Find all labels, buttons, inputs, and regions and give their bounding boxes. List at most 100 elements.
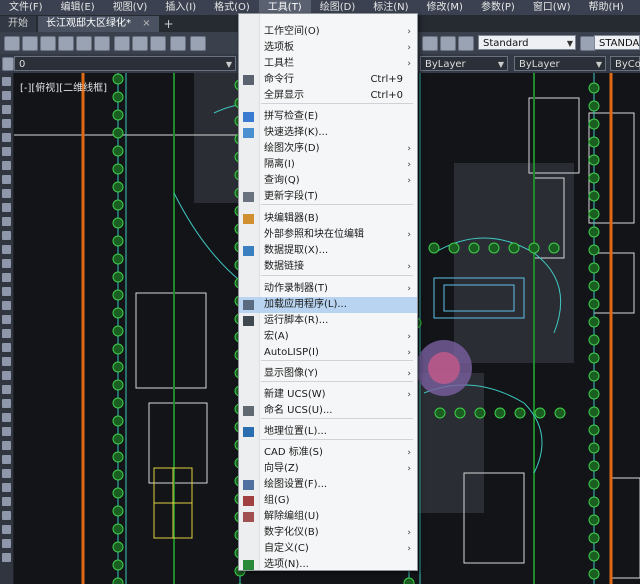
plot-preview-icon[interactable] xyxy=(76,36,92,51)
menu-item-1[interactable]: 选项板 › xyxy=(239,40,417,56)
ellipse-arc-icon[interactable] xyxy=(2,203,11,212)
rectangle-icon[interactable] xyxy=(2,133,11,142)
line-icon[interactable] xyxy=(2,77,11,86)
save-icon[interactable] xyxy=(40,36,56,51)
menu-item-14[interactable]: 数据链接 › xyxy=(239,259,417,275)
mirror-icon[interactable] xyxy=(2,371,11,380)
menu-item-30[interactable]: 自定义(C) › xyxy=(239,541,417,557)
menu-item-5[interactable]: 拼写检查(E) xyxy=(239,109,417,125)
circle-icon[interactable] xyxy=(2,119,11,128)
menu-item-23[interactable]: 地理位置(L)... xyxy=(239,424,417,440)
menu-item-16[interactable]: 加载应用程序(L)... xyxy=(239,297,417,313)
menu-item-21[interactable]: 新建 UCS(W) › xyxy=(239,387,417,403)
menu-item-31[interactable]: 选项(N)... xyxy=(239,557,417,573)
menu-item-25[interactable]: 向导(Z) › xyxy=(239,461,417,477)
spline-icon[interactable] xyxy=(2,175,11,184)
join-icon[interactable] xyxy=(2,511,11,520)
menu-item-18[interactable]: 宏(A) › xyxy=(239,329,417,345)
make-block-icon[interactable] xyxy=(2,231,11,240)
layer-select[interactable]: 0 ▼ xyxy=(14,56,236,71)
menu-item-29[interactable]: 数字化仪(B) › xyxy=(239,525,417,541)
revcloud-icon[interactable] xyxy=(2,161,11,170)
menu-item-7[interactable]: 绘图次序(D) › xyxy=(239,141,417,157)
undo-icon[interactable] xyxy=(190,36,206,51)
text-style-icon[interactable] xyxy=(422,36,438,51)
menu-item-6[interactable]: 快速选择(K)... xyxy=(239,125,417,141)
plotstyle-select[interactable]: ByColor xyxy=(610,56,640,71)
explode-icon[interactable] xyxy=(2,553,11,562)
break-icon[interactable] xyxy=(2,497,11,506)
menu-item-26[interactable]: 绘图设置(F)... xyxy=(239,477,417,493)
stretch-icon[interactable] xyxy=(2,455,11,464)
style-manager-icon[interactable] xyxy=(440,36,456,51)
menu-item-17[interactable]: 运行脚本(R)... xyxy=(239,313,417,329)
menu-item-10[interactable]: 更新字段(T) xyxy=(239,189,417,205)
fillet-icon[interactable] xyxy=(2,539,11,548)
array-icon[interactable] xyxy=(2,399,11,408)
menu-item-12[interactable]: 外部参照和块在位编辑 › xyxy=(239,227,417,243)
dimension-style-select[interactable]: STANDARD xyxy=(594,35,640,50)
extend-icon[interactable] xyxy=(2,483,11,492)
copy-tool-icon[interactable] xyxy=(2,357,11,366)
text-style-select[interactable]: Standard ▼ xyxy=(478,35,576,50)
erase-icon[interactable] xyxy=(2,343,11,352)
menu-item-20[interactable]: 显示图像(Y) › xyxy=(239,366,417,382)
menu-item-28[interactable]: 解除编组(U) xyxy=(239,509,417,525)
paste-icon[interactable] xyxy=(150,36,166,51)
menu-0[interactable]: 文件(F) xyxy=(0,0,52,15)
menu-1[interactable]: 编辑(E) xyxy=(52,0,104,15)
new-tab-button[interactable]: + xyxy=(161,16,177,32)
ellipse-icon[interactable] xyxy=(2,189,11,198)
menu-item-8[interactable]: 隔离(I) › xyxy=(239,157,417,173)
match-properties-icon[interactable] xyxy=(170,36,186,51)
menu-11[interactable]: 帮助(H) xyxy=(580,0,633,15)
cut-icon[interactable] xyxy=(114,36,130,51)
trim-icon[interactable] xyxy=(2,469,11,478)
tab-start[interactable]: 开始 xyxy=(0,16,36,32)
hatch-icon[interactable] xyxy=(2,259,11,268)
table-style-icon[interactable] xyxy=(458,36,474,51)
menu-item-22[interactable]: 命名 UCS(U)... xyxy=(239,403,417,419)
polyline-icon[interactable] xyxy=(2,91,11,100)
open-icon[interactable] xyxy=(22,36,38,51)
scale-icon[interactable] xyxy=(2,441,11,450)
menu-item-3[interactable]: 命令行 Ctrl+9 xyxy=(239,72,417,88)
polygon-icon[interactable] xyxy=(2,147,11,156)
menu-item-11[interactable]: 块编辑器(B) xyxy=(239,211,417,227)
move-icon[interactable] xyxy=(2,413,11,422)
copy-icon[interactable] xyxy=(132,36,148,51)
menu-9[interactable]: 参数(P) xyxy=(472,0,524,15)
point-icon[interactable] xyxy=(2,245,11,254)
menu-item-0[interactable]: 工作空间(O) › xyxy=(239,24,417,40)
menu-item-9[interactable]: 查询(Q) › xyxy=(239,173,417,189)
mtext-icon[interactable] xyxy=(2,315,11,324)
menu-2[interactable]: 视图(V) xyxy=(104,0,157,15)
rotate-icon[interactable] xyxy=(2,427,11,436)
color-select[interactable]: ByLayer ▼ xyxy=(420,56,508,71)
table-icon[interactable] xyxy=(2,301,11,310)
menu-item-4[interactable]: 全屏显示 Ctrl+0 xyxy=(239,88,417,104)
tab-close-icon[interactable]: × xyxy=(142,18,150,29)
menu-item-15[interactable]: 动作录制器(T) › xyxy=(239,281,417,297)
linetype-select[interactable]: ByLayer ▼ xyxy=(514,56,606,71)
menu-item-19[interactable]: AutoLISP(I) › xyxy=(239,345,417,361)
menu-item-13[interactable]: 数据提取(X)... xyxy=(239,243,417,259)
menu-item-2[interactable]: 工具栏 › xyxy=(239,56,417,72)
new-icon[interactable] xyxy=(4,36,20,51)
print-icon[interactable] xyxy=(58,36,74,51)
publish-icon[interactable] xyxy=(94,36,110,51)
tab-drawing[interactable]: 长江观邸大区绿化* × xyxy=(38,16,159,32)
menu-item-24[interactable]: CAD 标准(S) › xyxy=(239,445,417,461)
gradient-icon[interactable] xyxy=(2,273,11,282)
offset-icon[interactable] xyxy=(2,385,11,394)
lightbulb-icon[interactable] xyxy=(2,57,14,71)
menu-3[interactable]: 插入(I) xyxy=(156,0,205,15)
add-selected-icon[interactable] xyxy=(2,329,11,338)
insert-block-icon[interactable] xyxy=(2,217,11,226)
menu-10[interactable]: 窗口(W) xyxy=(524,0,580,15)
arc-icon[interactable] xyxy=(2,105,11,114)
region-icon[interactable] xyxy=(2,287,11,296)
viewport-label[interactable]: [-][俯视][二维线框] xyxy=(20,79,107,94)
menu-item-27[interactable]: 组(G) xyxy=(239,493,417,509)
chamfer-icon[interactable] xyxy=(2,525,11,534)
